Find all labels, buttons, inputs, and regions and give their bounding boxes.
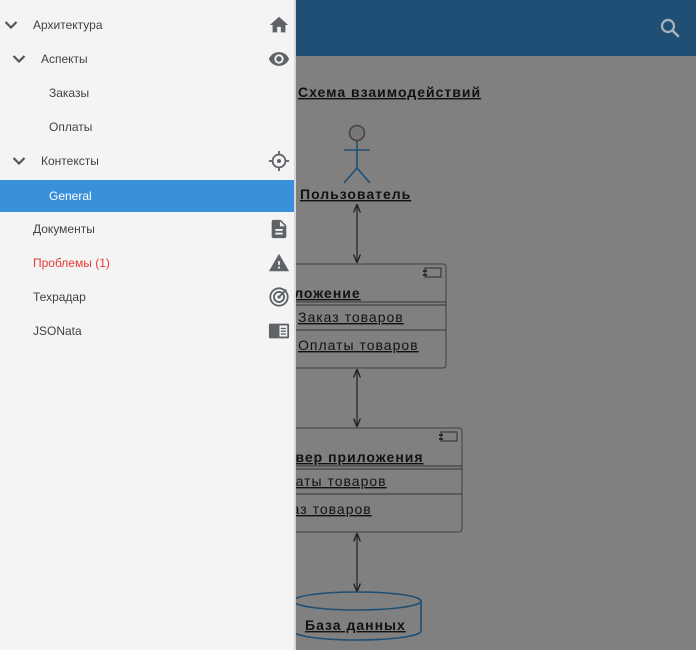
- nav-item-label: Аспекты: [41, 52, 88, 66]
- actor-figure[interactable]: [343, 124, 371, 184]
- database-label: База данных: [305, 617, 406, 633]
- nav-item-label: Заказы: [49, 86, 90, 100]
- home-icon: [268, 14, 290, 36]
- nav-item-architecture[interactable]: Архитектура: [0, 9, 294, 41]
- actor-label: Пользователь: [300, 186, 411, 202]
- warning-icon: [268, 252, 290, 274]
- chevron-down-icon[interactable]: [11, 51, 27, 67]
- nav-item-techradar[interactable]: Техрадар: [0, 281, 294, 313]
- nav-item-label: Техрадар: [33, 290, 86, 304]
- chevron-down-icon[interactable]: [3, 17, 19, 33]
- nav-item-problems[interactable]: Проблемы (1): [0, 247, 294, 279]
- nav-item-label: JSONata: [33, 324, 82, 338]
- nav-item-documents[interactable]: Документы: [0, 213, 294, 245]
- radar-icon: [268, 286, 290, 308]
- nav-item-contexts[interactable]: Контексты: [0, 145, 294, 177]
- document-icon: [268, 218, 290, 240]
- component-application-item[interactable]: Оплаты товаров: [298, 337, 419, 353]
- nav-item-label: Оплаты: [49, 120, 93, 134]
- nav-item-label: General: [49, 189, 92, 203]
- nav-item-payments[interactable]: Оплаты: [0, 111, 294, 143]
- nav-item-jsonata[interactable]: JSONata: [0, 315, 294, 347]
- nav-item-label: Архитектура: [33, 18, 103, 32]
- component-application-item[interactable]: Заказ товаров: [298, 309, 404, 325]
- crosshair-icon: [268, 150, 290, 172]
- chevron-down-icon[interactable]: [11, 153, 27, 169]
- search-icon: [660, 18, 680, 38]
- nav-item-general[interactable]: General: [0, 180, 294, 212]
- nav-item-label: Проблемы (1): [33, 256, 110, 270]
- nav-item-label: Документы: [33, 222, 95, 236]
- search-button[interactable]: [658, 16, 682, 40]
- navigation-drawer: Архитектура Аспекты Заказы Оплаты Контек…: [0, 0, 296, 650]
- nav-item-aspects[interactable]: Аспекты: [0, 43, 294, 75]
- nav-item-orders[interactable]: Заказы: [0, 77, 294, 109]
- nav-item-label: Контексты: [41, 154, 99, 168]
- json-reader-icon: [268, 320, 290, 342]
- eye-icon: [268, 48, 290, 70]
- diagram-title: Схема взаимодействий: [298, 84, 481, 100]
